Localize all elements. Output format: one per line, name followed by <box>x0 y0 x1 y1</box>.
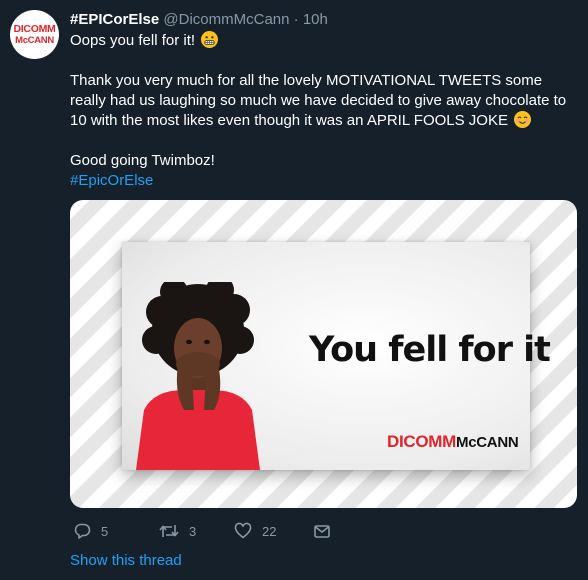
retweet-count: 3 <box>189 523 197 539</box>
person-photo-icon <box>136 282 260 470</box>
like-count: 22 <box>262 523 277 539</box>
retweet-button[interactable]: 3 <box>159 522 196 540</box>
brand-black: McCANN <box>456 434 519 451</box>
separator-dot: · <box>293 11 299 28</box>
avatar-logo-line2: McCANN <box>15 34 54 46</box>
reply-count: 5 <box>101 523 109 539</box>
user-handle[interactable]: @DicommMcCann <box>163 11 289 28</box>
tweet-paragraph-2-text: Thank you very much for all the lovely M… <box>70 72 567 129</box>
tweet-header: #EPICorElse @DicommMcCann · 10h <box>70 11 328 28</box>
smiling-blush-emoji-icon <box>514 111 532 128</box>
brand-red: DICOMM <box>387 432 457 451</box>
timestamp[interactable]: 10h <box>303 11 328 28</box>
grimacing-emoji-icon <box>201 31 219 48</box>
tweet-media-image[interactable]: You fell for it DICOMMMcCANN <box>70 200 577 508</box>
tweet-line-1-text: Oops you fell for it! <box>70 32 196 49</box>
envelope-icon <box>314 525 330 538</box>
tweet-actions: 5 3 22 <box>70 522 370 542</box>
show-thread-link[interactable]: Show this thread <box>70 552 182 569</box>
tweet-text: Oops you fell for it! Thank you very muc… <box>70 31 575 191</box>
reply-button[interactable]: 5 <box>73 522 108 540</box>
display-name[interactable]: #EPICorElse <box>70 11 159 28</box>
tweet-paragraph-2: Thank you very much for all the lovely M… <box>70 71 575 131</box>
avatar-logo-line1: DICOMM <box>13 23 56 35</box>
media-brand-logo: DICOMMMcCANN <box>387 432 519 452</box>
like-button[interactable]: 22 <box>234 522 276 540</box>
direct-message-button[interactable] <box>313 522 331 540</box>
hashtag-link[interactable]: #EpicOrElse <box>70 172 153 189</box>
tweet[interactable]: DICOMM McCANN #EPICorElse @DicommMcCann … <box>0 0 588 580</box>
media-headline: You fell for it <box>309 330 551 370</box>
tweet-line-1: Oops you fell for it! <box>70 31 575 51</box>
media-card: You fell for it DICOMMMcCANN <box>122 242 551 470</box>
retweet-icon <box>159 525 179 537</box>
reply-icon <box>74 523 91 539</box>
heart-icon <box>234 522 252 539</box>
avatar[interactable]: DICOMM McCANN <box>10 10 59 59</box>
tweet-paragraph-3: Good going Twimboz! <box>70 152 215 169</box>
